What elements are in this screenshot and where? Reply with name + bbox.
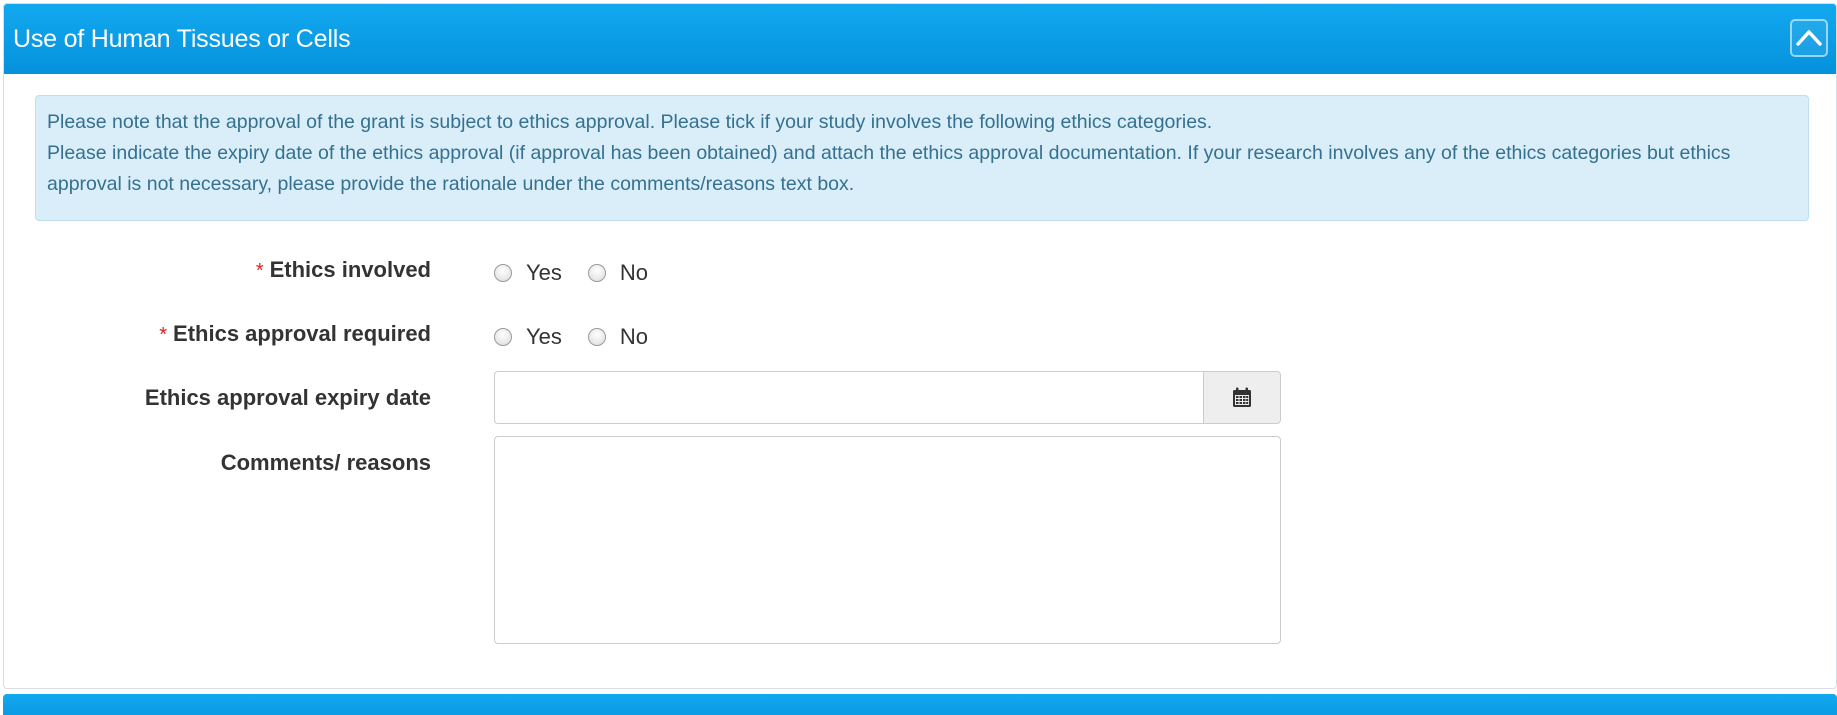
info-alert: Please note that the approval of the gra…	[35, 95, 1809, 221]
radio-label: Yes	[526, 324, 562, 349]
calendar-button[interactable]	[1203, 371, 1281, 424]
ethics-approval-required-radio-group: Yes No	[494, 324, 674, 350]
next-panel-header[interactable]	[3, 694, 1837, 715]
calendar-icon	[1233, 387, 1251, 407]
ethics-approval-required-yes[interactable]: Yes	[494, 324, 562, 350]
radio-label: No	[619, 324, 649, 349]
radio-label: Yes	[526, 260, 562, 285]
radio-label: No	[619, 260, 649, 285]
info-text-line-2: Please indicate the expiry date of the e…	[47, 142, 1731, 195]
required-marker: *	[159, 324, 168, 346]
radio-button[interactable]	[587, 264, 606, 282]
comments-textarea[interactable]	[494, 436, 1281, 644]
radio-button[interactable]	[587, 328, 606, 346]
ethics-approval-required-no[interactable]: No	[587, 324, 649, 350]
panel-title: Use of Human Tissues or Cells	[13, 24, 351, 53]
radio-button[interactable]	[494, 328, 512, 346]
info-text-line-1: Please note that the approval of the gra…	[47, 111, 1213, 133]
ethics-approval-required-label: * Ethics approval required	[159, 321, 431, 346]
comments-label: Comments/ reasons	[220, 450, 431, 475]
expiry-date-group	[494, 371, 1281, 424]
required-marker: *	[255, 260, 264, 282]
ethics-panel: Use of Human Tissues or Cells Please not…	[3, 3, 1837, 689]
collapse-button[interactable]	[1790, 19, 1828, 57]
radio-button[interactable]	[494, 264, 512, 282]
ethics-involved-yes[interactable]: Yes	[494, 260, 562, 286]
ethics-involved-radio-group: Yes No	[494, 260, 674, 286]
panel-header[interactable]: Use of Human Tissues or Cells	[4, 4, 1836, 74]
expiry-date-input[interactable]	[494, 371, 1203, 424]
ethics-involved-no[interactable]: No	[587, 260, 649, 286]
expiry-date-label: Ethics approval expiry date	[144, 385, 431, 410]
ethics-involved-label: * Ethics involved	[255, 257, 431, 282]
chevron-up-icon	[1796, 30, 1822, 46]
